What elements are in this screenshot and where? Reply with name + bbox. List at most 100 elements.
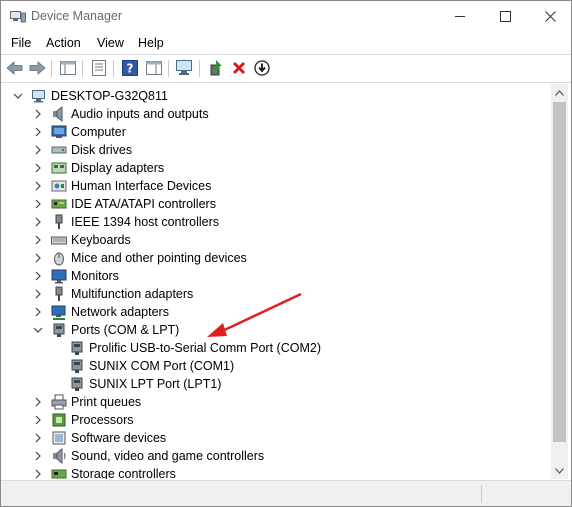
tree-item-label: Disk drives	[71, 143, 133, 157]
tree-item-label: Processors	[71, 413, 134, 427]
monitor-icon	[51, 268, 67, 284]
tree-root-node[interactable]: DESKTOP-G32Q811	[13, 87, 168, 105]
chevron-right-icon[interactable]	[33, 109, 43, 119]
tree-category[interactable]: Computer	[33, 123, 126, 141]
tree-category[interactable]: Processors	[33, 411, 134, 429]
tree-item-label: IEEE 1394 host controllers	[71, 215, 219, 229]
tree-category[interactable]: Sound, video and game controllers	[33, 447, 264, 465]
tree-category[interactable]: Software devices	[33, 429, 166, 447]
keyboard-icon	[51, 232, 67, 248]
tree-category[interactable]: Human Interface Devices	[33, 177, 211, 195]
chevron-right-icon[interactable]	[33, 415, 43, 425]
menu-help[interactable]: Help	[138, 36, 164, 50]
show-hide-console-tree-icon[interactable]	[58, 59, 78, 77]
status-bar	[1, 480, 571, 506]
chevron-right-icon[interactable]	[33, 451, 43, 461]
tree-item-label: IDE ATA/ATAPI controllers	[71, 197, 216, 211]
ide-controller-icon	[51, 196, 67, 212]
scan-for-hardware-changes-icon[interactable]	[175, 59, 195, 77]
tree-item-label: Storage controllers	[71, 467, 176, 479]
disable-device-icon[interactable]	[252, 59, 272, 77]
tree-category[interactable]: Monitors	[33, 267, 119, 285]
toolbar-separator	[168, 60, 169, 77]
close-button[interactable]	[527, 1, 571, 32]
update-driver-icon[interactable]	[206, 59, 226, 77]
tree-category[interactable]: IEEE 1394 host controllers	[33, 213, 219, 231]
scroll-up-icon[interactable]	[551, 84, 568, 101]
tree-item-label: Prolific USB-to-Serial Comm Port (COM2)	[89, 341, 321, 355]
tree-category[interactable]: Storage controllers	[33, 465, 176, 479]
tree-item-label: Monitors	[71, 269, 119, 283]
tree-category[interactable]: Multifunction adapters	[33, 285, 193, 303]
tree-category[interactable]: IDE ATA/ATAPI controllers	[33, 195, 216, 213]
chevron-down-icon[interactable]	[33, 325, 43, 335]
chevron-right-icon[interactable]	[33, 271, 43, 281]
chevron-down-icon[interactable]	[13, 91, 23, 101]
toolbar-separator	[51, 60, 52, 77]
minimize-button[interactable]	[437, 1, 483, 32]
menu-action[interactable]: Action	[46, 36, 81, 50]
forward-arrow-icon[interactable]	[27, 59, 47, 77]
speaker-icon	[51, 106, 67, 122]
maximize-button[interactable]	[482, 1, 528, 32]
port-icon	[69, 340, 85, 356]
chevron-right-icon[interactable]	[33, 469, 43, 479]
uninstall-device-icon[interactable]	[229, 59, 249, 77]
tree-item-label: Display adapters	[71, 161, 165, 175]
computer-icon	[51, 124, 67, 140]
tree-category[interactable]: Network adapters	[33, 303, 169, 321]
close-icon	[544, 11, 556, 22]
tree-category[interactable]: Print queues	[33, 393, 141, 411]
chevron-right-icon[interactable]	[33, 163, 43, 173]
tree-category[interactable]: Keyboards	[33, 231, 131, 249]
chevron-right-icon[interactable]	[33, 307, 43, 317]
help-icon[interactable]: ?	[120, 59, 140, 77]
scroll-down-icon[interactable]	[551, 462, 568, 479]
disk-drive-icon	[51, 142, 67, 158]
tree-item-label: SUNIX LPT Port (LPT1)	[89, 377, 222, 391]
toolbar-separator	[113, 60, 114, 77]
tree-category[interactable]: Ports (COM & LPT)	[33, 321, 179, 339]
chevron-right-icon[interactable]	[33, 235, 43, 245]
tree-device[interactable]: SUNIX LPT Port (LPT1)	[69, 375, 221, 393]
chevron-right-icon[interactable]	[33, 199, 43, 209]
chevron-right-icon[interactable]	[33, 397, 43, 407]
tree-item-label: Multifunction adapters	[71, 287, 194, 301]
scrollbar-thumb[interactable]	[553, 102, 566, 442]
chevron-right-icon[interactable]	[33, 289, 43, 299]
device-manager-window: Device Manager File Action View Help ? D…	[0, 0, 572, 507]
tree-category[interactable]: Mice and other pointing devices	[33, 249, 247, 267]
vertical-scrollbar[interactable]	[551, 84, 568, 479]
tree-device[interactable]: Prolific USB-to-Serial Comm Port (COM2)	[69, 339, 321, 357]
tree-item-label: Computer	[71, 125, 126, 139]
tree-item-label: Ports (COM & LPT)	[71, 323, 180, 337]
back-arrow-icon[interactable]	[5, 59, 25, 77]
chevron-right-icon[interactable]	[33, 253, 43, 263]
processor-icon	[51, 412, 67, 428]
tree-item-label: Keyboards	[71, 233, 131, 247]
tree-category[interactable]: Disk drives	[33, 141, 132, 159]
toolbar: ?	[1, 54, 571, 83]
tree-item-label: SUNIX COM Port (COM1)	[89, 359, 235, 373]
chevron-right-icon[interactable]	[33, 181, 43, 191]
port-icon	[69, 358, 85, 374]
network-icon	[51, 304, 67, 320]
menu-file[interactable]: File	[11, 36, 31, 50]
menu-view[interactable]: View	[97, 36, 124, 50]
tree-device[interactable]: SUNIX COM Port (COM1)	[69, 357, 234, 375]
minimize-icon	[454, 11, 466, 22]
chevron-right-icon[interactable]	[33, 145, 43, 155]
chevron-right-icon[interactable]	[33, 127, 43, 137]
toolbar-separator	[199, 60, 200, 77]
title-bar: Device Manager	[1, 1, 571, 32]
action-pane-icon[interactable]	[144, 59, 164, 77]
hid-icon	[51, 178, 67, 194]
chevron-right-icon[interactable]	[33, 433, 43, 443]
tree-category[interactable]: Audio inputs and outputs	[33, 105, 209, 123]
storage-icon	[51, 466, 67, 479]
properties-icon[interactable]	[89, 59, 109, 77]
software-device-icon	[51, 430, 67, 446]
tree-category[interactable]: Display adapters	[33, 159, 164, 177]
device-manager-icon	[10, 9, 26, 23]
chevron-right-icon[interactable]	[33, 217, 43, 227]
